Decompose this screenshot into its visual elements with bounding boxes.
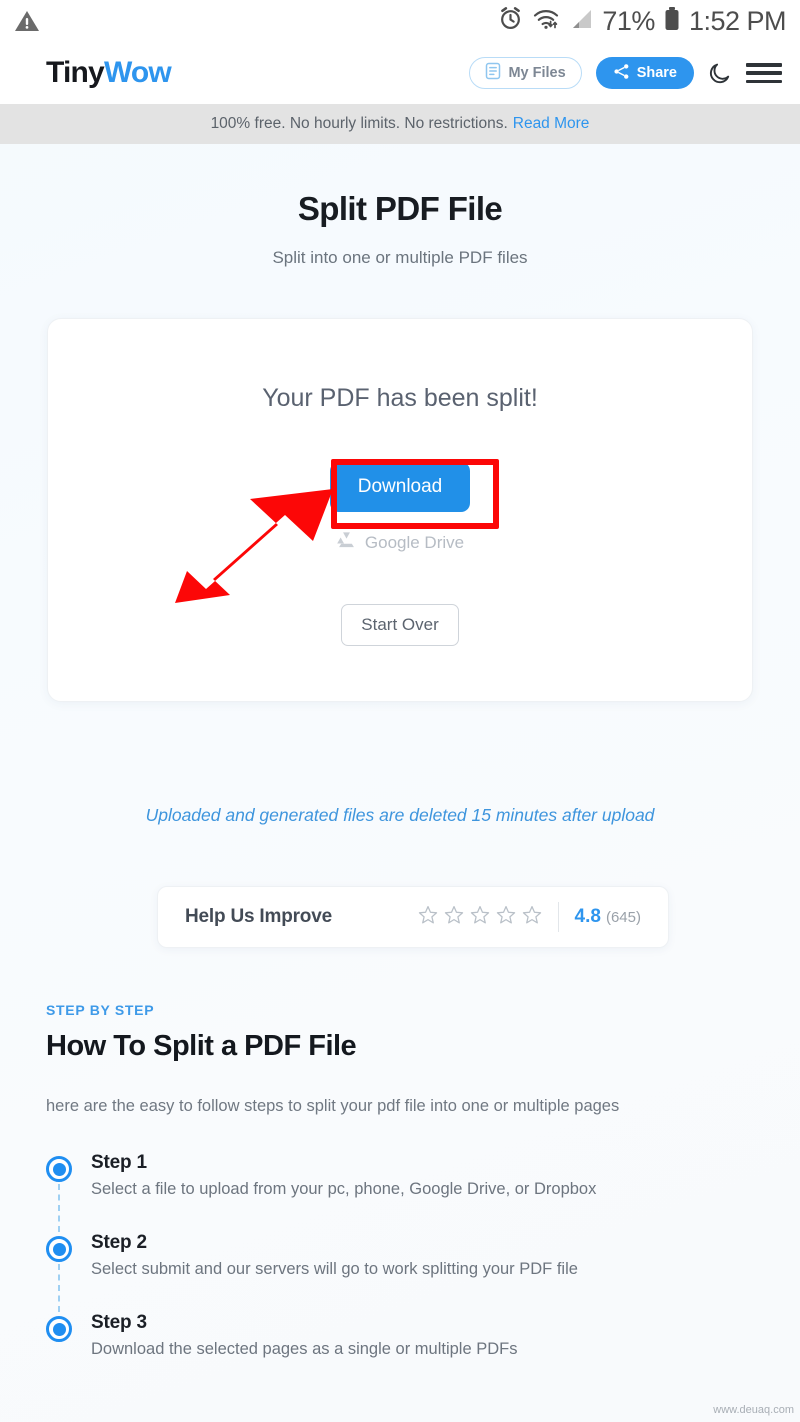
header-actions: My Files Share <box>469 57 782 89</box>
share-button[interactable]: Share <box>595 57 694 89</box>
promo-banner-text: 100% free. No hourly limits. No restrict… <box>210 115 508 132</box>
star-icon-1[interactable] <box>418 905 438 930</box>
step-description: Select a file to upload from your pc, ph… <box>91 1180 597 1198</box>
share-label: Share <box>636 65 677 81</box>
document-icon <box>485 62 501 84</box>
hamburger-menu-icon[interactable] <box>746 61 782 85</box>
read-more-link[interactable]: Read More <box>513 115 590 133</box>
star-icon-4[interactable] <box>496 905 516 930</box>
rating-label: Help Us Improve <box>185 906 332 927</box>
wifi-icon <box>532 6 560 36</box>
moon-icon[interactable] <box>708 61 732 85</box>
status-indicators: 71% 1:52 PM <box>498 5 787 37</box>
star-rating-control[interactable] <box>418 905 542 930</box>
logo-text-accent: Wow <box>103 56 172 89</box>
step-description: Select submit and our servers will go to… <box>91 1260 578 1278</box>
star-icon-3[interactable] <box>470 905 490 930</box>
result-card: Your PDF has been split! Download Google… <box>47 318 753 702</box>
star-icon-5[interactable] <box>522 905 542 930</box>
battery-icon <box>664 6 680 37</box>
list-item: Step 3 Download the selected pages as a … <box>46 1312 746 1372</box>
steps-kicker: STEP BY STEP <box>46 1002 155 1018</box>
logo-text-primary: Tiny <box>46 56 105 89</box>
app-screen: 71% 1:52 PM TinyWow My Files Share 100% … <box>0 0 800 1422</box>
steps-intro: here are the easy to follow steps to spl… <box>46 1097 620 1115</box>
step-bullet-icon <box>46 1236 72 1262</box>
google-drive-option[interactable]: Google Drive <box>48 531 752 555</box>
page-title: Split PDF File <box>297 190 503 227</box>
download-button-wrap: Download <box>48 462 752 512</box>
clock-label: 1:52 PM <box>688 5 787 36</box>
rating-count: (645) <box>605 909 641 926</box>
battery-percent-label: 71% <box>602 5 655 36</box>
step-bullet-icon <box>46 1156 72 1182</box>
google-drive-icon <box>336 531 357 555</box>
list-item: Step 1 Select a file to upload from your… <box>46 1152 746 1232</box>
step-connector-line <box>58 1264 60 1312</box>
promo-banner: 100% free. No hourly limits. No restrict… <box>0 104 800 144</box>
my-files-label: My Files <box>508 65 566 81</box>
my-files-button[interactable]: My Files <box>469 57 582 89</box>
start-over-button[interactable]: Start Over <box>341 604 459 646</box>
result-heading: Your PDF has been split! <box>262 384 538 412</box>
warning-triangle-icon <box>14 9 40 33</box>
watermark: www.deuaq.com <box>713 1404 794 1416</box>
share-nodes-icon <box>613 63 630 84</box>
step-title: Step 2 <box>91 1232 147 1253</box>
step-bullet-icon <box>46 1316 72 1342</box>
step-title: Step 3 <box>91 1312 147 1333</box>
list-item: Step 2 Select submit and our servers wil… <box>46 1232 746 1312</box>
star-icon-2[interactable] <box>444 905 464 930</box>
steps-title: How To Split a PDF File <box>46 1030 357 1062</box>
rating-score-value: 4.8 <box>574 906 601 927</box>
cellular-signal-icon <box>569 7 593 36</box>
rating-divider <box>557 902 559 932</box>
status-bar: 71% 1:52 PM <box>0 0 800 42</box>
logo[interactable]: TinyWow <box>46 56 172 90</box>
step-description: Download the selected pages as a single … <box>91 1340 518 1358</box>
alarm-clock-icon <box>498 6 523 36</box>
page-subtitle: Split into one or multiple PDF files <box>272 248 528 267</box>
steps-list: Step 1 Select a file to upload from your… <box>46 1152 746 1372</box>
site-header: TinyWow My Files Share <box>0 42 800 104</box>
download-button[interactable]: Download <box>330 462 470 512</box>
file-retention-note: Uploaded and generated files are deleted… <box>145 805 655 825</box>
rating-score: 4.8 (645) <box>575 906 641 928</box>
step-title: Step 1 <box>91 1152 147 1173</box>
rating-bar: Help Us Improve 4.8 (645) <box>157 886 669 948</box>
start-over-wrap: Start Over <box>48 604 752 646</box>
step-connector-line <box>58 1184 60 1232</box>
google-drive-label: Google Drive <box>364 533 465 552</box>
